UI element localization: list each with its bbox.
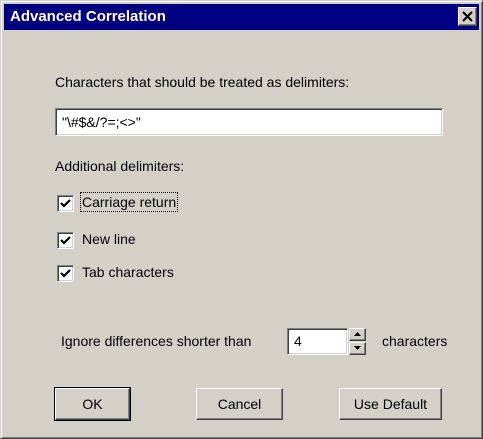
new-line-checkbox[interactable] — [57, 232, 74, 249]
checkmark-icon — [60, 269, 71, 278]
arrow-up-icon — [354, 332, 361, 336]
additional-delimiters-label: Additional delimiters: — [55, 158, 185, 174]
tab-characters-label[interactable]: Tab characters — [82, 264, 174, 280]
delimiters-input-value: "\#$&/?=;<>" — [62, 114, 141, 130]
use-default-button[interactable]: Use Default — [339, 388, 442, 420]
ignore-suffix-label: characters — [382, 333, 448, 349]
checkmark-icon — [60, 199, 71, 208]
window-title: Advanced Correlation — [10, 8, 166, 25]
close-icon — [462, 11, 473, 22]
new-line-label[interactable]: New line — [82, 231, 136, 247]
close-button[interactable] — [458, 7, 477, 26]
ignore-length-input[interactable]: 4 — [287, 328, 348, 355]
carriage-return-label[interactable]: Carriage return — [79, 192, 179, 212]
ok-button[interactable]: OK — [54, 387, 131, 421]
spin-up-button[interactable] — [349, 328, 366, 341]
ignore-length-value: 4 — [294, 333, 302, 349]
spin-down-button[interactable] — [349, 342, 366, 355]
tab-characters-checkbox[interactable] — [57, 265, 74, 282]
checkmark-icon — [60, 236, 71, 245]
carriage-return-checkbox[interactable] — [57, 195, 74, 212]
cancel-button[interactable]: Cancel — [196, 388, 283, 420]
advanced-correlation-dialog: Advanced Correlation Characters that sho… — [0, 0, 483, 439]
title-bar[interactable]: Advanced Correlation — [4, 4, 479, 30]
arrow-down-icon — [354, 346, 361, 350]
delimiters-input[interactable]: "\#$&/?=;<>" — [55, 108, 443, 136]
ignore-prefix-label: Ignore differences shorter than — [61, 333, 252, 349]
delimiters-label: Characters that should be treated as del… — [55, 74, 350, 90]
